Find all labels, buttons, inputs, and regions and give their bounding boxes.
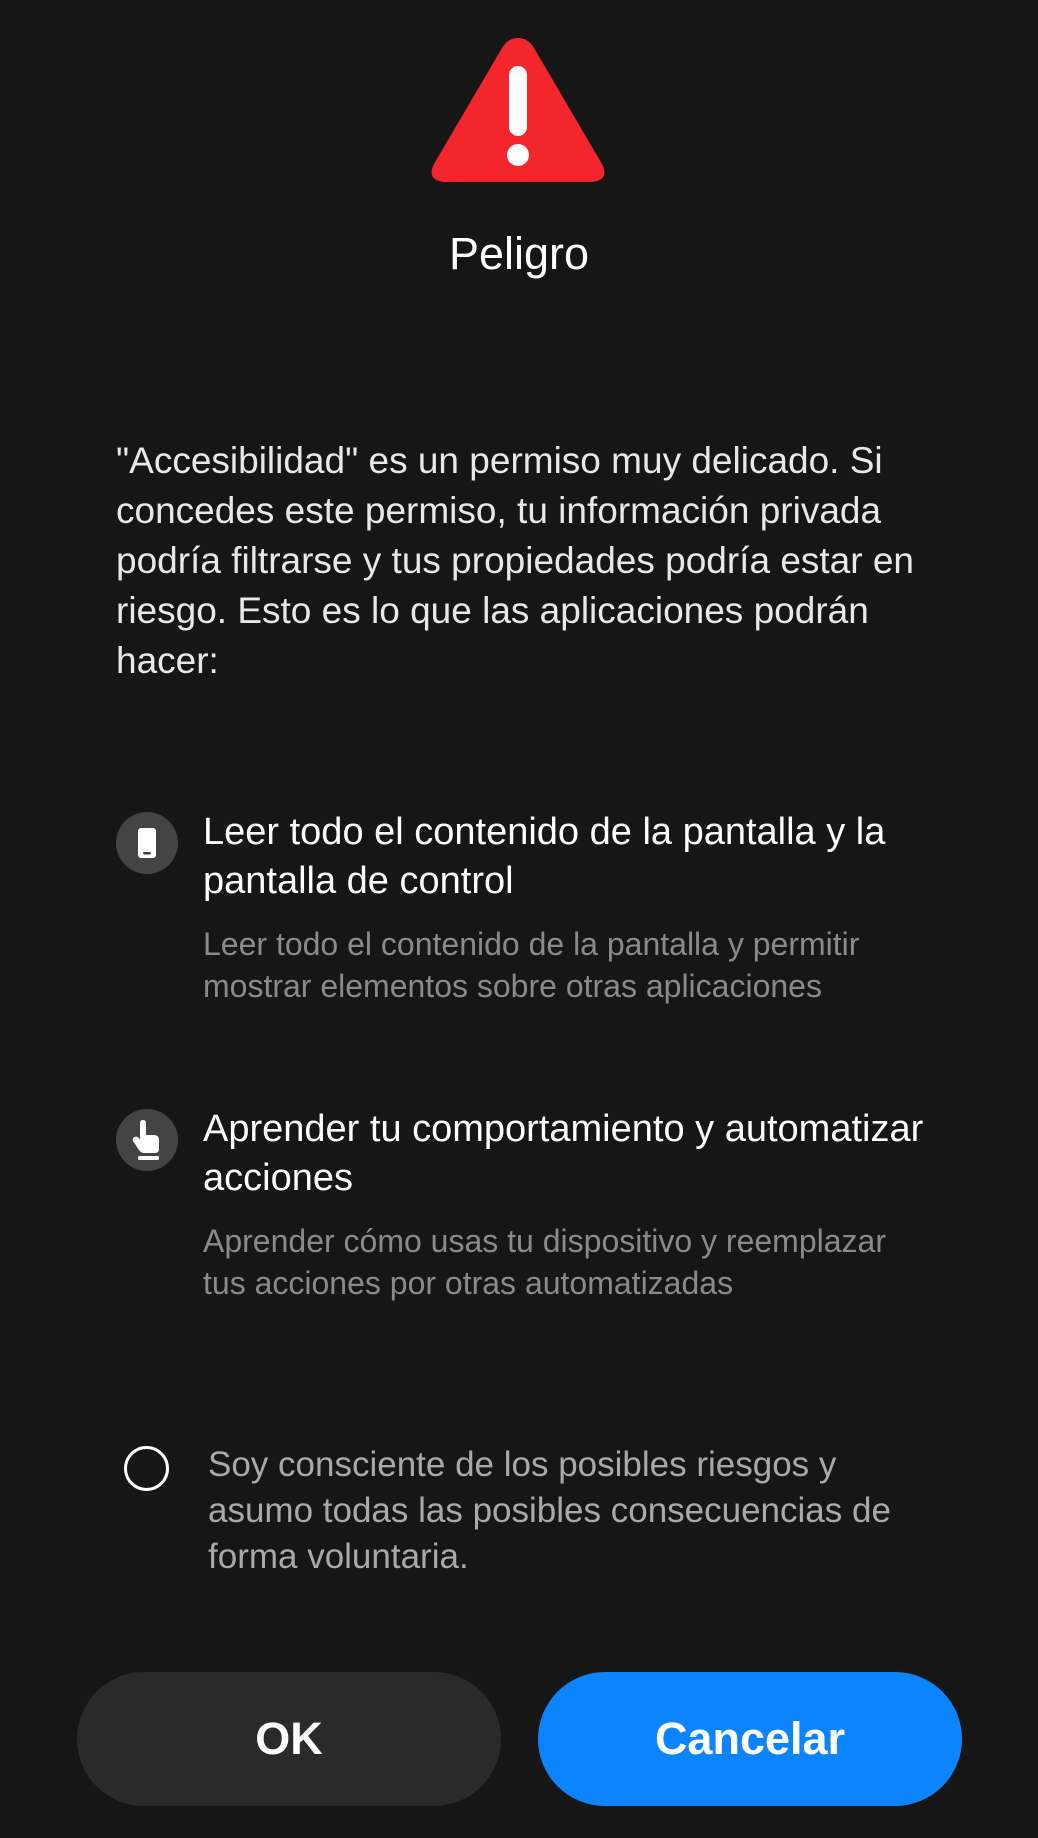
permission-title: Leer todo el contenido de la pantalla y … (203, 811, 886, 902)
permission-title: Aprender tu comportamiento y automatizar… (203, 1108, 924, 1199)
consent-row[interactable]: Soy consciente de los posibles riesgos y… (124, 1442, 944, 1582)
phone-icon-container (116, 812, 178, 874)
consent-radio-button[interactable] (124, 1446, 169, 1491)
warning-triangle-icon (431, 38, 605, 182)
hand-pointer-icon (132, 1120, 159, 1160)
permission-item-screen-content: Leer todo el contenido de la pantalla y … (116, 808, 936, 1058)
dialog-message: "Accesibilidad" es un permiso muy delica… (116, 440, 915, 681)
permission-item-automate-actions: Aprender tu comportamiento y automatizar… (116, 1105, 936, 1355)
consent-text: Soy consciente de los posibles riesgos y… (208, 1445, 891, 1576)
cancel-button[interactable]: Cancelar (538, 1672, 962, 1806)
dialog-title: Peligro (448, 228, 590, 279)
phone-icon (138, 828, 156, 858)
permission-description: Leer todo el contenido de la pantalla y … (203, 926, 860, 1004)
permission-description: Aprender cómo usas tu dispositivo y reem… (203, 1223, 886, 1301)
hand-pointer-icon-container (116, 1109, 178, 1171)
ok-button[interactable]: OK (77, 1672, 501, 1806)
